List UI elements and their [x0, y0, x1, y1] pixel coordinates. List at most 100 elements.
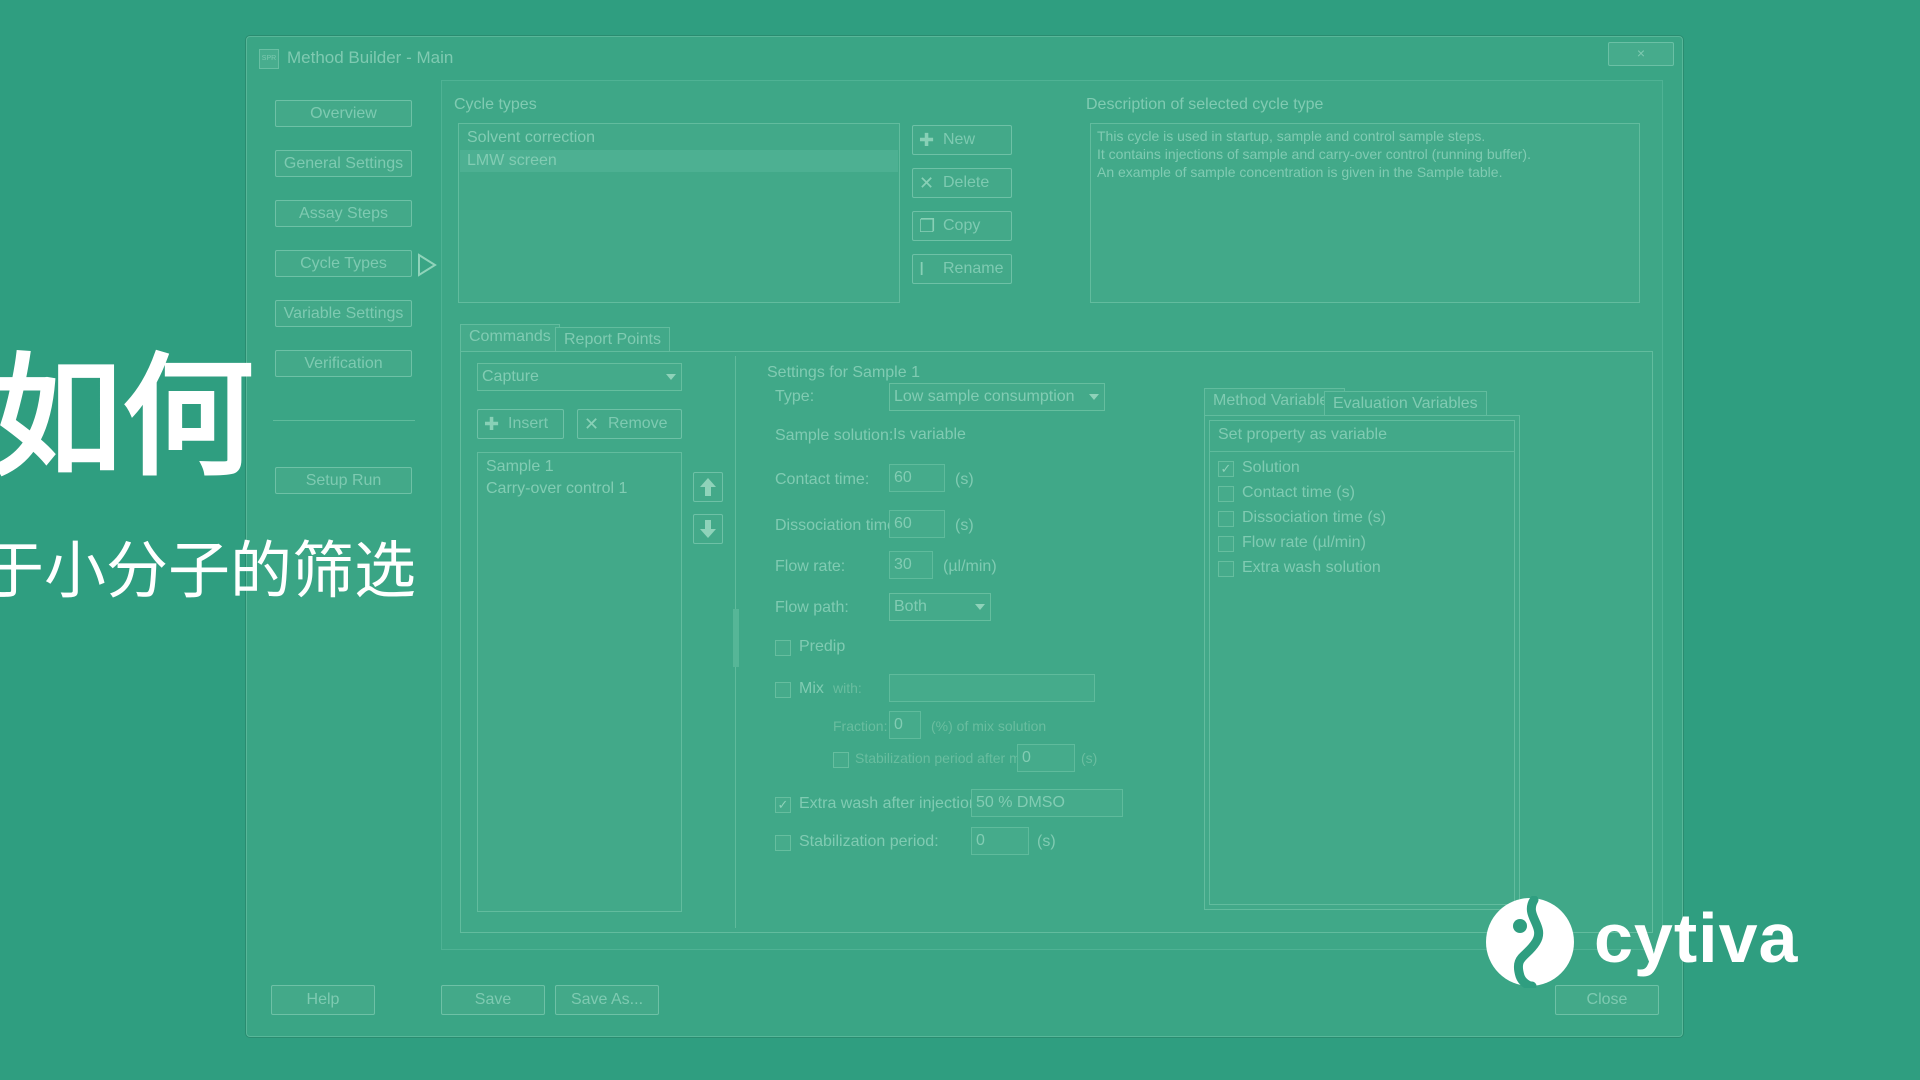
- tab-commands[interactable]: Commands: [460, 324, 560, 352]
- nav-verification-button[interactable]: Verification: [275, 350, 412, 377]
- predip-label: Predip: [799, 638, 846, 655]
- flow-path-select-value: Both: [894, 598, 927, 615]
- var-extra-wash-checkbox[interactable]: [1218, 561, 1234, 577]
- variables-header: Set property as variable: [1218, 426, 1387, 443]
- command-list-item[interactable]: Carry-over control 1: [486, 480, 627, 498]
- fraction-label: Fraction:: [833, 718, 888, 734]
- title-bar: SPR Method Builder - Main ×: [247, 37, 1682, 77]
- delete-button-label: Delete: [943, 174, 990, 191]
- remove-button[interactable]: ✕ Remove: [577, 409, 682, 439]
- nav-assay-steps-button[interactable]: Assay Steps: [275, 200, 412, 227]
- delete-button[interactable]: ✕ Delete: [912, 168, 1012, 198]
- type-select-value: Low sample consumption: [894, 388, 1075, 405]
- var-contact-time-checkbox[interactable]: [1218, 486, 1234, 502]
- commands-tab-panel: Capture ✚ Insert ✕ Remove Sample 1 Carry-o…: [460, 351, 1653, 933]
- flow-path-select[interactable]: Both: [889, 593, 991, 621]
- cycle-types-label: Cycle types: [454, 96, 537, 113]
- window-title: Method Builder - Main: [287, 48, 454, 67]
- type-select[interactable]: Low sample consumption: [889, 383, 1105, 411]
- contact-time-input[interactable]: 60: [889, 464, 945, 492]
- overlay-subtitle: 于小分子的筛选: [0, 534, 417, 607]
- sample-solution-label: Sample solution:: [775, 427, 894, 444]
- nav-cycle-types-button[interactable]: Cycle Types: [275, 250, 412, 277]
- nav-setup-run-button[interactable]: Setup Run: [275, 467, 412, 494]
- type-label: Type:: [775, 388, 815, 405]
- move-down-button[interactable]: [693, 514, 723, 544]
- stabilization-checkbox[interactable]: [775, 835, 791, 851]
- header-divider: [1210, 451, 1514, 452]
- commands-list[interactable]: Sample 1 Carry-over control 1: [477, 452, 682, 912]
- save-as-button[interactable]: Save As...: [555, 985, 659, 1015]
- cycle-type-item[interactable]: Solvent correction: [467, 129, 595, 147]
- nav-divider: [273, 420, 415, 421]
- mix-checkbox[interactable]: [775, 682, 791, 698]
- description-label: Description of selected cycle type: [1086, 96, 1324, 113]
- nav-variable-settings-button[interactable]: Variable Settings: [275, 300, 412, 327]
- dissociation-time-label: Dissociation time:: [775, 517, 901, 534]
- fraction-unit: (%) of mix solution: [931, 718, 1047, 734]
- contact-time-label: Contact time:: [775, 471, 870, 488]
- mix-label: Mix: [799, 680, 824, 697]
- stabilization-label: Stabilization period:: [799, 833, 939, 850]
- var-solution-label: Solution: [1242, 459, 1300, 476]
- remove-button-label: Remove: [608, 415, 668, 432]
- dissociation-time-input[interactable]: 60: [889, 510, 945, 538]
- window-close-button[interactable]: ×: [1608, 42, 1674, 66]
- stab-after-mix-input[interactable]: 0: [1017, 744, 1075, 772]
- arrow-up-icon: [700, 478, 716, 496]
- cytiva-mark-icon: [1486, 896, 1574, 988]
- copy-button-label: Copy: [943, 217, 981, 234]
- insert-button[interactable]: ✚ Insert: [477, 409, 564, 439]
- new-button[interactable]: ✚ New: [912, 125, 1012, 155]
- sample-solution-value: Is variable: [893, 426, 966, 443]
- variables-list: Set property as variable ✓ Solution Cont…: [1209, 420, 1515, 905]
- fraction-input[interactable]: 0: [889, 711, 921, 739]
- move-up-button[interactable]: [693, 472, 723, 502]
- stabilization-input[interactable]: 0: [971, 827, 1029, 855]
- flow-rate-unit: (µl/min): [943, 558, 997, 575]
- flow-rate-label: Flow rate:: [775, 558, 846, 575]
- splitter-handle[interactable]: [733, 609, 739, 667]
- help-button[interactable]: Help: [271, 985, 375, 1015]
- command-combo[interactable]: Capture: [477, 363, 682, 391]
- plus-icon: ✚: [484, 414, 500, 434]
- var-dissociation-time-checkbox[interactable]: [1218, 511, 1234, 527]
- predip-checkbox[interactable]: [775, 640, 791, 656]
- extra-wash-checkbox[interactable]: ✓: [775, 797, 791, 813]
- var-extra-wash-label: Extra wash solution: [1242, 559, 1381, 576]
- chevron-down-icon: [666, 374, 676, 380]
- save-button[interactable]: Save: [441, 985, 545, 1015]
- chevron-down-icon: [975, 604, 985, 610]
- description-line: This cycle is used in startup, sample an…: [1097, 128, 1486, 144]
- cytiva-wordmark: cytiva: [1594, 899, 1799, 977]
- contact-time-unit: (s): [955, 471, 974, 488]
- command-list-item[interactable]: Sample 1: [486, 458, 554, 476]
- flow-rate-input[interactable]: 30: [889, 551, 933, 579]
- var-solution-checkbox[interactable]: ✓: [1218, 461, 1234, 477]
- copy-button[interactable]: ❐ Copy: [912, 211, 1012, 241]
- cycle-types-list[interactable]: Solvent correction LMW screen: [458, 123, 900, 303]
- var-flow-rate-checkbox[interactable]: [1218, 536, 1234, 552]
- app-icon: SPR: [259, 49, 279, 69]
- cytiva-logo: cytiva: [1484, 892, 1814, 992]
- stabilization-unit: (s): [1037, 833, 1056, 850]
- rename-button-label: Rename: [943, 260, 1004, 277]
- stab-after-mix-unit: (s): [1081, 750, 1098, 766]
- active-step-arrow-icon: [418, 253, 437, 277]
- rename-icon: Ⅰ: [919, 259, 925, 279]
- main-panel: Cycle types Solvent correction LMW scree…: [441, 80, 1663, 950]
- extra-wash-input[interactable]: 50 % DMSO: [971, 789, 1123, 817]
- mix-solution-input[interactable]: [889, 674, 1095, 702]
- description-box: This cycle is used in startup, sample an…: [1090, 123, 1640, 303]
- cycle-type-item-selected[interactable]: LMW screen: [467, 152, 557, 170]
- flow-path-label: Flow path:: [775, 599, 849, 616]
- overlay-title: 如何: [0, 341, 254, 495]
- remove-x-icon: ✕: [584, 414, 600, 434]
- description-line: An example of sample concentration is gi…: [1097, 164, 1503, 180]
- nav-overview-button[interactable]: Overview: [275, 100, 412, 127]
- stab-after-mix-label: Stabilization period after mix:: [855, 750, 1035, 766]
- stab-after-mix-checkbox[interactable]: [833, 752, 849, 768]
- rename-button[interactable]: Ⅰ Rename: [912, 254, 1012, 284]
- nav-general-settings-button[interactable]: General Settings: [275, 150, 412, 177]
- arrow-down-icon: [700, 520, 716, 538]
